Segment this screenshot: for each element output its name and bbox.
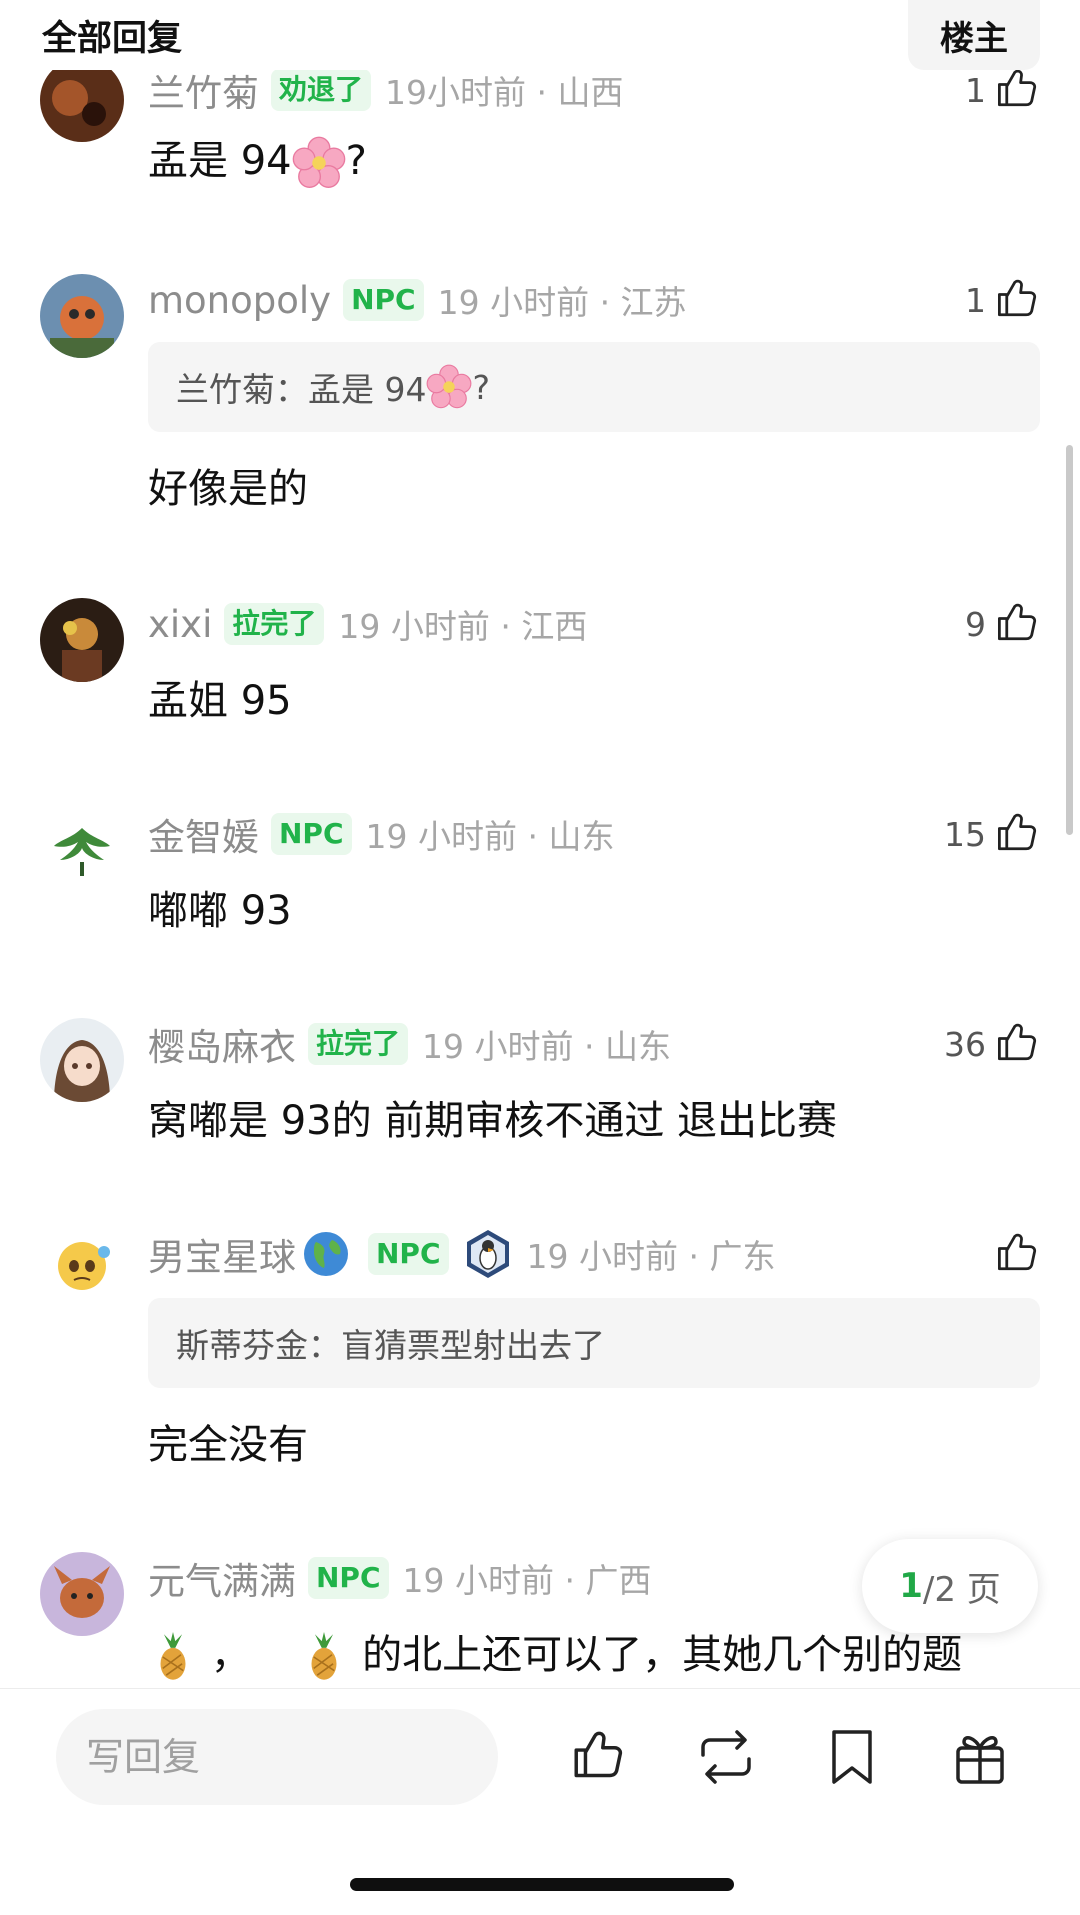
avatar[interactable]	[40, 58, 124, 142]
comment-time: 19 小时前 · 江西	[338, 607, 588, 646]
comment-text: 孟姐 95	[148, 678, 292, 724]
thumb-up-icon	[998, 603, 1037, 641]
penguin-badge-icon	[463, 1228, 513, 1280]
avatar[interactable]	[40, 808, 124, 892]
like-count: 36	[944, 1024, 986, 1064]
bottom-action-bar	[0, 1688, 1080, 1915]
avatar[interactable]	[40, 598, 124, 682]
gift-button[interactable]	[948, 1725, 1012, 1789]
avatar[interactable]	[40, 1552, 124, 1636]
pineapple-emoji-icon	[159, 1631, 187, 1681]
page-header: 全部回复 楼主	[0, 0, 1080, 70]
scrollbar[interactable]	[1066, 445, 1073, 835]
thumb-up-icon	[998, 69, 1037, 107]
like-button[interactable]: 36	[944, 1014, 1040, 1074]
repost-icon	[701, 1730, 751, 1784]
repost-button[interactable]	[694, 1725, 758, 1789]
thumb-up-icon	[998, 1233, 1037, 1271]
username[interactable]: 金智媛	[148, 807, 259, 861]
like-button[interactable]: 1	[965, 270, 1040, 330]
thumb-up-icon	[998, 1023, 1037, 1061]
bookmark-button[interactable]	[820, 1725, 884, 1789]
comment-time: 19 小时前 · 广东	[526, 1237, 776, 1276]
comment-meta: 元气满满 NPC 19 小时前 · 广西	[148, 1548, 651, 1608]
comment-text: 孟是 94?	[148, 128, 367, 190]
comment-time: 19 小时前 · 江苏	[437, 283, 687, 322]
reply-input[interactable]	[56, 1709, 498, 1805]
avatar[interactable]	[40, 1228, 124, 1312]
like-count: 9	[965, 604, 986, 644]
comment-meta: monopoly NPC 19 小时前 · 江苏	[148, 270, 687, 330]
comment-time: 19 小时前 · 广西	[402, 1561, 652, 1600]
username[interactable]: 兰竹菊	[148, 63, 259, 117]
like-count: 15	[944, 814, 986, 854]
quoted-reply[interactable]: 兰竹菊：孟是 94?	[148, 342, 1040, 432]
username[interactable]: xixi	[148, 603, 212, 646]
comment-text: 窝嘟是 93的 前期审核不通过 退出比赛	[148, 1098, 838, 1144]
like-count: 1	[965, 280, 986, 320]
comment-text: 完全没有	[148, 1422, 308, 1468]
username[interactable]: 元气满满	[148, 1551, 296, 1605]
comment-text: 嘟嘟 93	[148, 888, 292, 934]
avatar[interactable]	[40, 1018, 124, 1102]
like-button[interactable]	[986, 1224, 1040, 1284]
like-count: 1	[965, 70, 986, 110]
comment-time: 19小时前 · 山西	[385, 73, 624, 112]
avatar[interactable]	[40, 274, 124, 358]
current-page: 1	[899, 1566, 923, 1606]
like-action-button[interactable]	[565, 1725, 629, 1789]
user-badge: 拉完了	[224, 603, 325, 645]
owner-only-button[interactable]: 楼主	[908, 0, 1040, 70]
user-badge: 劝退了	[271, 69, 372, 111]
comment-meta: 金智媛 NPC 19 小时前 · 山东	[148, 804, 614, 864]
comment-meta: 男宝星球 NPC 19 小时前 · 广东	[148, 1224, 775, 1284]
comment-time: 19 小时前 · 山东	[422, 1027, 671, 1066]
page-indicator[interactable]: 1/2 页	[862, 1539, 1038, 1633]
user-badge: NPC	[308, 1557, 389, 1599]
username[interactable]: 樱岛麻衣	[148, 1017, 296, 1071]
cherry-blossom-emoji-icon	[427, 364, 472, 409]
home-indicator[interactable]	[350, 1878, 734, 1891]
user-badge: 拉完了	[308, 1023, 409, 1065]
user-badge: NPC	[271, 813, 352, 855]
comment-meta: xixi 拉完了 19 小时前 · 江西	[148, 594, 587, 654]
bookmark-icon	[832, 1730, 872, 1784]
user-badge: NPC	[368, 1233, 449, 1275]
thumb-up-icon	[998, 279, 1037, 317]
pineapple-emoji-icon	[311, 1631, 338, 1681]
total-pages: /2 页	[922, 1569, 1001, 1610]
username[interactable]: 男宝星球	[148, 1227, 296, 1281]
thumb-up-icon	[998, 813, 1037, 851]
quoted-reply[interactable]: 斯蒂芬金：盲猜票型射出去了	[148, 1298, 1040, 1388]
gift-icon	[956, 1736, 1004, 1784]
like-button[interactable]: 15	[944, 804, 1040, 864]
comment-text: 好像是的	[148, 466, 308, 512]
user-badge: NPC	[343, 279, 424, 321]
comment-time: 19 小时前 · 山东	[365, 817, 615, 856]
thumb-up-icon	[574, 1731, 623, 1778]
like-button[interactable]: 9	[965, 594, 1040, 654]
cherry-blossom-emoji-icon	[292, 136, 345, 188]
comment-text: ， 的北上还可以了，其她几个别的题	[148, 1622, 962, 1684]
comment-list[interactable]: 兰竹菊 劝退了 19小时前 · 山西 1 孟是 94? 全部回复 楼主 mono…	[0, 0, 1080, 1688]
globe-emoji-icon	[302, 1230, 350, 1278]
comment-meta: 樱岛麻衣 拉完了 19 小时前 · 山东	[148, 1014, 671, 1074]
username[interactable]: monopoly	[148, 279, 331, 322]
page-title: 全部回复	[42, 19, 183, 59]
